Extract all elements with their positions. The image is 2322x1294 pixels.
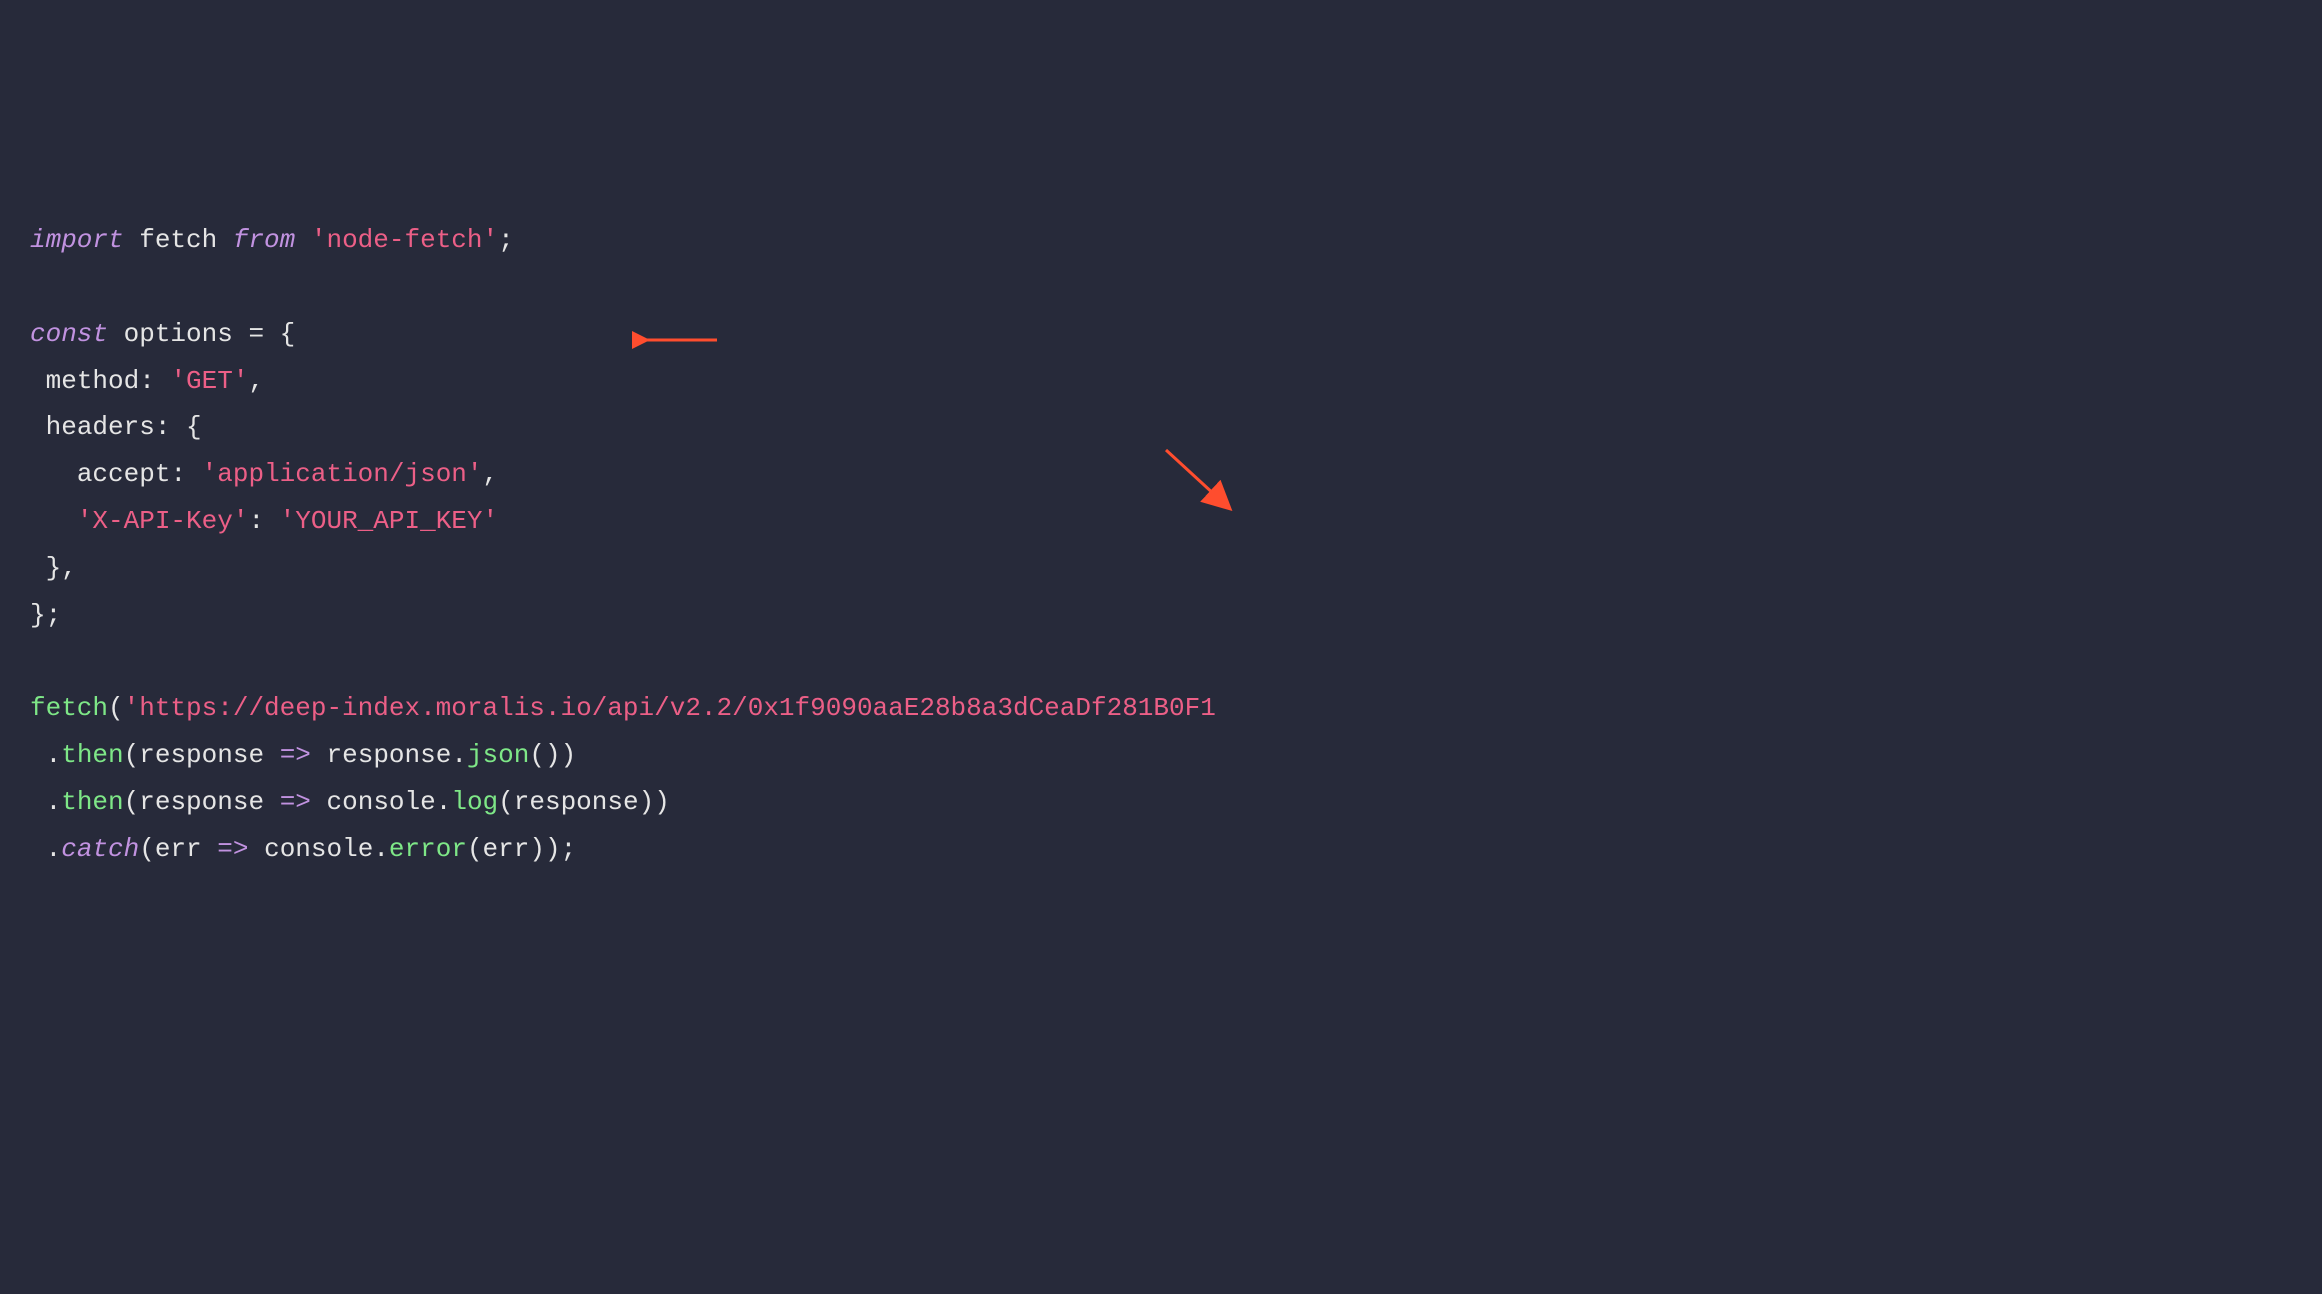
keyword-from: from <box>233 225 295 255</box>
paren-close: ) <box>654 787 670 817</box>
dot: . <box>436 787 452 817</box>
dot: . <box>46 787 62 817</box>
brace-open: { <box>186 412 202 442</box>
paren-open: ( <box>139 834 155 864</box>
code-line-6: accept: 'application/json', <box>30 459 498 489</box>
obj-console: console <box>327 787 436 817</box>
method-json: json <box>467 740 529 770</box>
string-module: 'node-fetch' <box>311 225 498 255</box>
paren-close: ) <box>639 787 655 817</box>
code-line-9: }; <box>30 600 61 630</box>
code-line-1: import fetch from 'node-fetch'; <box>30 225 514 255</box>
indent <box>30 506 77 536</box>
colon: : <box>139 366 170 396</box>
code-line-14: .catch(err => console.error(err)); <box>30 834 576 864</box>
param-response: response <box>139 787 279 817</box>
paren-open: ( <box>498 787 514 817</box>
string-json: 'application/json' <box>202 459 483 489</box>
brace-close: } <box>46 553 62 583</box>
keyword-const: const <box>30 319 108 349</box>
space <box>311 740 327 770</box>
indent <box>30 787 46 817</box>
paren-close: ) <box>529 834 545 864</box>
param-response: response <box>139 740 279 770</box>
paren-close: ) <box>561 740 577 770</box>
keyword-import: import <box>30 225 124 255</box>
code-line-13: .then(response => console.log(response)) <box>30 787 670 817</box>
dot: . <box>373 834 389 864</box>
prop-method: method <box>46 366 140 396</box>
string-api-key: 'YOUR_API_KEY' <box>280 506 498 536</box>
dot: . <box>46 740 62 770</box>
identifier-options: options <box>108 319 248 349</box>
brace-open: { <box>264 319 295 349</box>
indent <box>30 553 46 583</box>
code-block: import fetch from 'node-fetch'; const op… <box>30 217 2292 872</box>
semicolon: ; <box>498 225 514 255</box>
dot: . <box>46 834 62 864</box>
parens: () <box>529 740 560 770</box>
indent <box>30 412 46 442</box>
obj-console: console <box>264 834 373 864</box>
code-line-8: }, <box>30 553 77 583</box>
comma: , <box>483 459 499 489</box>
string-get: 'GET' <box>170 366 248 396</box>
prop-x-api-key: 'X-API-Key' <box>77 506 249 536</box>
indent <box>30 366 46 396</box>
code-line-12: .then(response => response.json()) <box>30 740 576 770</box>
indent <box>30 834 46 864</box>
paren-open: ( <box>124 740 140 770</box>
code-line-11: fetch('https://deep-index.moralis.io/api… <box>30 693 1216 723</box>
method-then: then <box>61 740 123 770</box>
prop-headers: headers <box>46 412 155 442</box>
func-fetch: fetch <box>30 693 108 723</box>
semicolon: ; <box>46 600 62 630</box>
paren-open: ( <box>108 693 124 723</box>
obj-response: response <box>327 740 452 770</box>
colon: : <box>155 412 186 442</box>
colon: : <box>248 506 279 536</box>
code-line-4: method: 'GET', <box>30 366 264 396</box>
space <box>311 787 327 817</box>
method-catch: catch <box>61 834 139 864</box>
brace-close: } <box>30 600 46 630</box>
dot: . <box>451 740 467 770</box>
paren-close: ) <box>545 834 561 864</box>
comma: , <box>61 553 77 583</box>
space <box>248 834 264 864</box>
prop-accept: accept <box>77 459 171 489</box>
string-url: 'https://deep-index.moralis.io/api/v2.2/… <box>124 693 1216 723</box>
arg-err: err <box>483 834 530 864</box>
indent <box>30 459 77 489</box>
arg-response: response <box>514 787 639 817</box>
code-line-3: const options = { <box>30 319 295 349</box>
code-line-7: 'X-API-Key': 'YOUR_API_KEY' <box>30 506 498 536</box>
comma: , <box>248 366 264 396</box>
indent <box>30 740 46 770</box>
space <box>295 225 311 255</box>
identifier-fetch: fetch <box>124 225 233 255</box>
paren-open: ( <box>124 787 140 817</box>
colon: : <box>170 459 201 489</box>
method-log: log <box>451 787 498 817</box>
semicolon: ; <box>561 834 577 864</box>
equals: = <box>248 319 264 349</box>
arrow-func: => <box>280 787 311 817</box>
paren-open: ( <box>467 834 483 864</box>
param-err: err <box>155 834 217 864</box>
arrow-func: => <box>280 740 311 770</box>
arrow-func: => <box>217 834 248 864</box>
method-then: then <box>61 787 123 817</box>
method-error: error <box>389 834 467 864</box>
code-line-5: headers: { <box>30 412 202 442</box>
